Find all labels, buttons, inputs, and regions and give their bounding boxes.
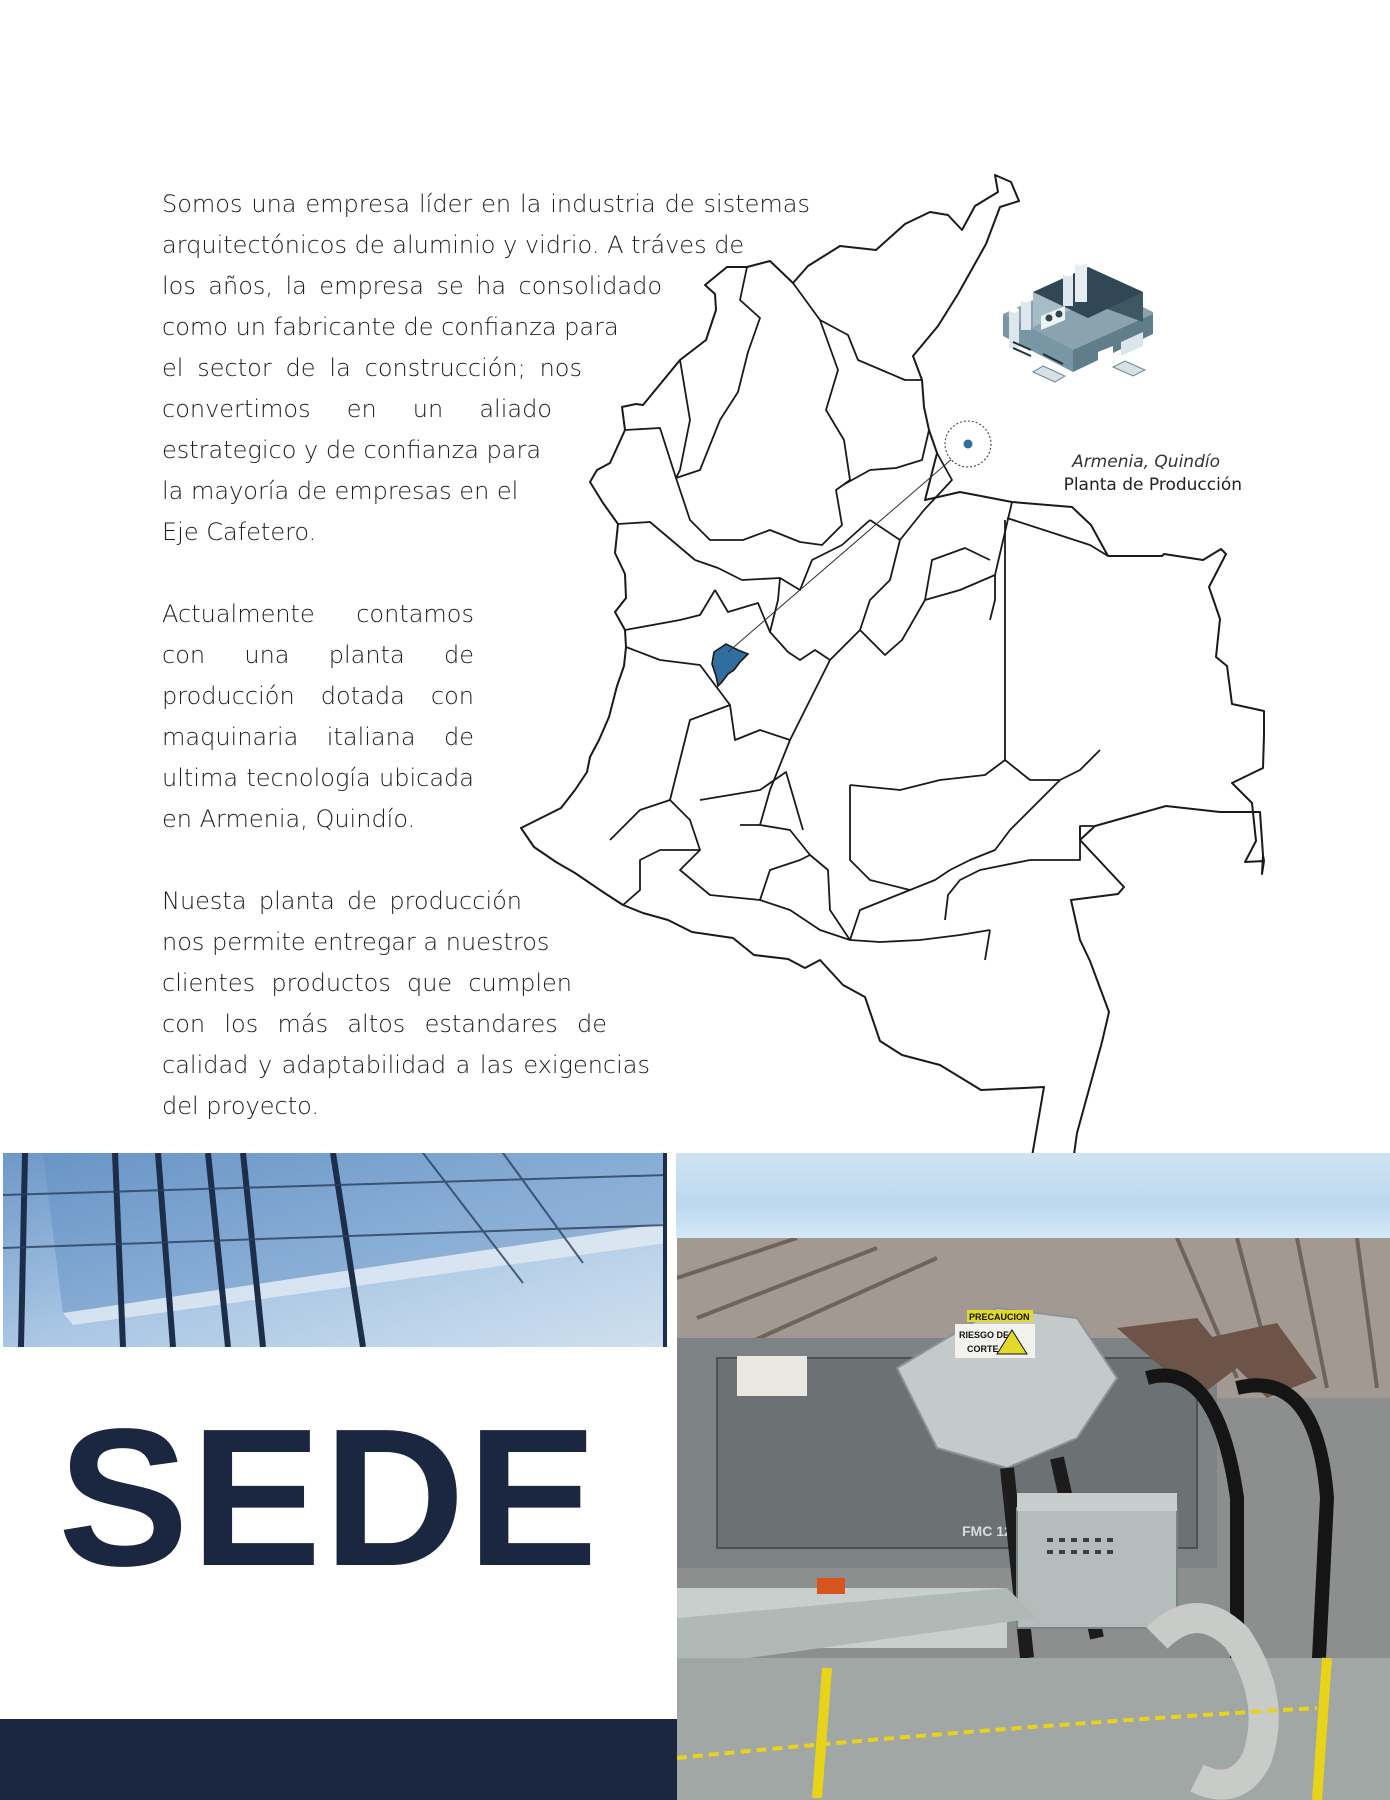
sign-line1: RIESGO DE [959, 1330, 1009, 1340]
factory-icon [1003, 259, 1153, 383]
department-borders [609, 266, 1109, 961]
location-city: Armenia, Quindío [1072, 452, 1220, 472]
sign-warning: PRECAUCION [969, 1312, 1030, 1322]
glass-facade-photo [3, 1153, 667, 1347]
sede-title: SEDE [58, 1388, 600, 1607]
sign-line2: CORTE [967, 1344, 999, 1354]
machine-photo: FMC 12 PRECAUCION RIESGO DE CORTE [677, 1238, 1390, 1800]
locator-line [727, 451, 961, 653]
sky-band [676, 1153, 1390, 1238]
footer-bar [0, 1719, 677, 1800]
machine-model: FMC 12 [962, 1523, 1012, 1539]
locator-dot [963, 439, 973, 449]
location-label: Planta de Producción [1063, 475, 1242, 495]
